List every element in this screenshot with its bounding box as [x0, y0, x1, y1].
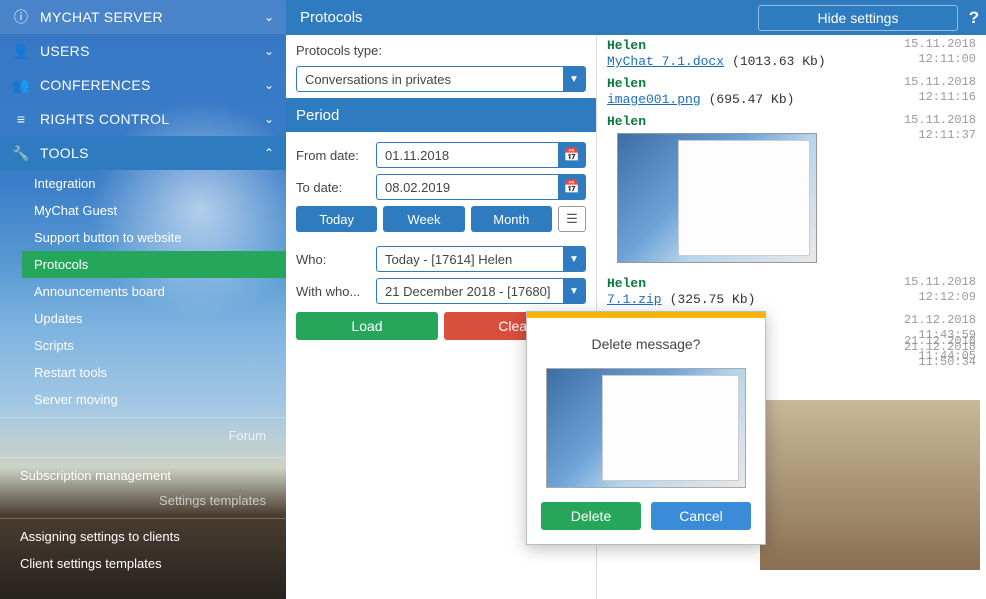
log-file-link[interactable]: image001.png: [607, 92, 701, 107]
divider: [0, 417, 286, 418]
load-button[interactable]: Load: [296, 312, 438, 340]
modal-preview-thumb: [546, 368, 746, 488]
sliders-icon[interactable]: ☰: [558, 206, 586, 232]
nav-section-label: MyChat server: [40, 9, 264, 25]
templates-assign-link[interactable]: Assigning settings to clients: [0, 523, 286, 550]
week-button[interactable]: Week: [383, 206, 464, 232]
users-icon: 👥: [12, 77, 30, 94]
wrench-icon: 🔧: [12, 145, 30, 162]
protocol-type-label: Protocols type:: [296, 43, 382, 58]
who-value: Today - [17614] Helen: [385, 252, 563, 267]
sidebar-item-scripts[interactable]: Scripts: [22, 332, 286, 359]
log-entry: Helen7.1.zip (325.75 Kb) 15.11.201812:12:0…: [597, 273, 986, 311]
log-thumbnail[interactable]: [617, 133, 817, 263]
log-file-size: (1013.63 Kb): [732, 54, 826, 69]
nav-section-label: Rights control: [40, 111, 264, 127]
log-timestamp: 15.11.201812:11:37: [904, 113, 976, 143]
list-icon: ≡: [12, 111, 30, 127]
templates-client-link[interactable]: Client settings templates: [0, 550, 286, 577]
delete-modal: Delete message? Delete Cancel: [526, 311, 766, 545]
divider: [0, 457, 286, 458]
log-timestamp: 15.11.201812:11:00: [904, 37, 976, 67]
from-date-input[interactable]: 01.11.2018: [376, 142, 558, 168]
who-select[interactable]: Today - [17614] Helen ▼: [376, 246, 586, 272]
log-user: Helen: [607, 76, 646, 91]
log-file-size: (695.47 Kb): [709, 92, 795, 107]
chevron-down-icon: ⌄: [264, 44, 274, 58]
log-timestamp: 15.11.201812:12:09: [904, 275, 976, 305]
log-user: Helen: [607, 114, 646, 129]
nav-section-rights[interactable]: ≡ Rights control ⌄: [0, 102, 286, 136]
templates-heading: Settings templates: [0, 489, 286, 514]
log-file-link[interactable]: MyChat 7.1.docx: [607, 54, 724, 69]
chevron-up-icon: ⌃: [264, 146, 274, 160]
log-entry: HelenMyChat 7.1.docx (1013.63 Kb) 15.11.20…: [597, 35, 986, 73]
calendar-icon[interactable]: 📅: [558, 174, 586, 200]
hide-settings-button[interactable]: Hide settings: [758, 5, 958, 31]
user-icon: 👤: [12, 43, 30, 60]
nav-section-conferences[interactable]: 👥 Conferences ⌄: [0, 68, 286, 102]
info-icon: ⓘ: [12, 7, 30, 27]
log-file-size: (325.75 Kb): [670, 292, 756, 307]
month-button[interactable]: Month: [471, 206, 552, 232]
page-title: Protocols: [286, 9, 758, 26]
help-button[interactable]: ?: [962, 0, 986, 35]
sidebar-item-updates[interactable]: Updates: [22, 305, 286, 332]
log-file-link[interactable]: 7.1.zip: [607, 292, 662, 307]
calendar-icon[interactable]: 📅: [558, 142, 586, 168]
nav-section-users[interactable]: 👤 Users ⌄: [0, 34, 286, 68]
sidebar-item-integration[interactable]: Integration: [22, 170, 286, 197]
from-date-label: From date:: [296, 148, 376, 163]
period-header: Period: [286, 98, 596, 132]
nav-section-server[interactable]: ⓘ MyChat server ⌄: [0, 0, 286, 34]
nav-section-tools[interactable]: 🔧 Tools ⌃: [0, 136, 286, 170]
tools-submenu: IntegrationMyChat GuestSupport button to…: [0, 170, 286, 413]
log-entry: Helen 15.11.201812:11:37: [597, 111, 986, 273]
log-user: Helen: [607, 276, 646, 291]
who-label: Who:: [296, 252, 376, 267]
today-button[interactable]: Today: [296, 206, 377, 232]
to-date-label: To date:: [296, 180, 376, 195]
topbar: Protocols Hide settings ?: [286, 0, 986, 35]
protocol-type-select[interactable]: Conversations in privates ▼: [296, 66, 586, 92]
whom-value: 21 December 2018 - [17680]: [385, 284, 563, 299]
sidebar-item-server-moving[interactable]: Server moving: [22, 386, 286, 413]
chevron-down-icon: ▼: [563, 247, 585, 271]
delete-button[interactable]: Delete: [541, 502, 641, 530]
chevron-down-icon: ▼: [563, 67, 585, 91]
protocol-type-value: Conversations in privates: [305, 72, 563, 87]
log-timestamp: 21.12.201811:50:34: [904, 340, 976, 370]
log-timestamp: 15.11.201812:11:16: [904, 75, 976, 105]
sidebar-item-mychat-guest[interactable]: MyChat Guest: [22, 197, 286, 224]
nav-section-label: Tools: [40, 145, 264, 161]
sidebar-item-protocols[interactable]: Protocols: [22, 251, 286, 278]
sidebar-item-restart-tools[interactable]: Restart tools: [22, 359, 286, 386]
chevron-down-icon: ▼: [563, 279, 585, 303]
chevron-down-icon: ⌄: [264, 10, 274, 24]
whom-select[interactable]: 21 December 2018 - [17680] ▼: [376, 278, 586, 304]
chevron-down-icon: ⌄: [264, 112, 274, 126]
whom-label: With who...: [296, 284, 376, 299]
log-entry: Helenimage001.png (695.47 Kb) 15.11.201812…: [597, 73, 986, 111]
subscription-link[interactable]: Subscription management: [0, 462, 286, 489]
modal-message: Delete message?: [527, 318, 765, 362]
sidebar-item-announcements-board[interactable]: Announcements board: [22, 278, 286, 305]
photo-attachment: [760, 400, 980, 570]
divider: [0, 518, 286, 519]
to-date-input[interactable]: 08.02.2019: [376, 174, 558, 200]
sidebar-item-support-button-to-website[interactable]: Support button to website: [22, 224, 286, 251]
chevron-down-icon: ⌄: [264, 78, 274, 92]
nav-section-label: Users: [40, 43, 264, 59]
forum-link[interactable]: Forum: [0, 422, 286, 453]
log-user: Helen: [607, 38, 646, 53]
nav-section-label: Conferences: [40, 77, 264, 93]
sidebar: ⓘ MyChat server ⌄ 👤 Users ⌄ 👥 Conference…: [0, 0, 286, 599]
cancel-button[interactable]: Cancel: [651, 502, 751, 530]
